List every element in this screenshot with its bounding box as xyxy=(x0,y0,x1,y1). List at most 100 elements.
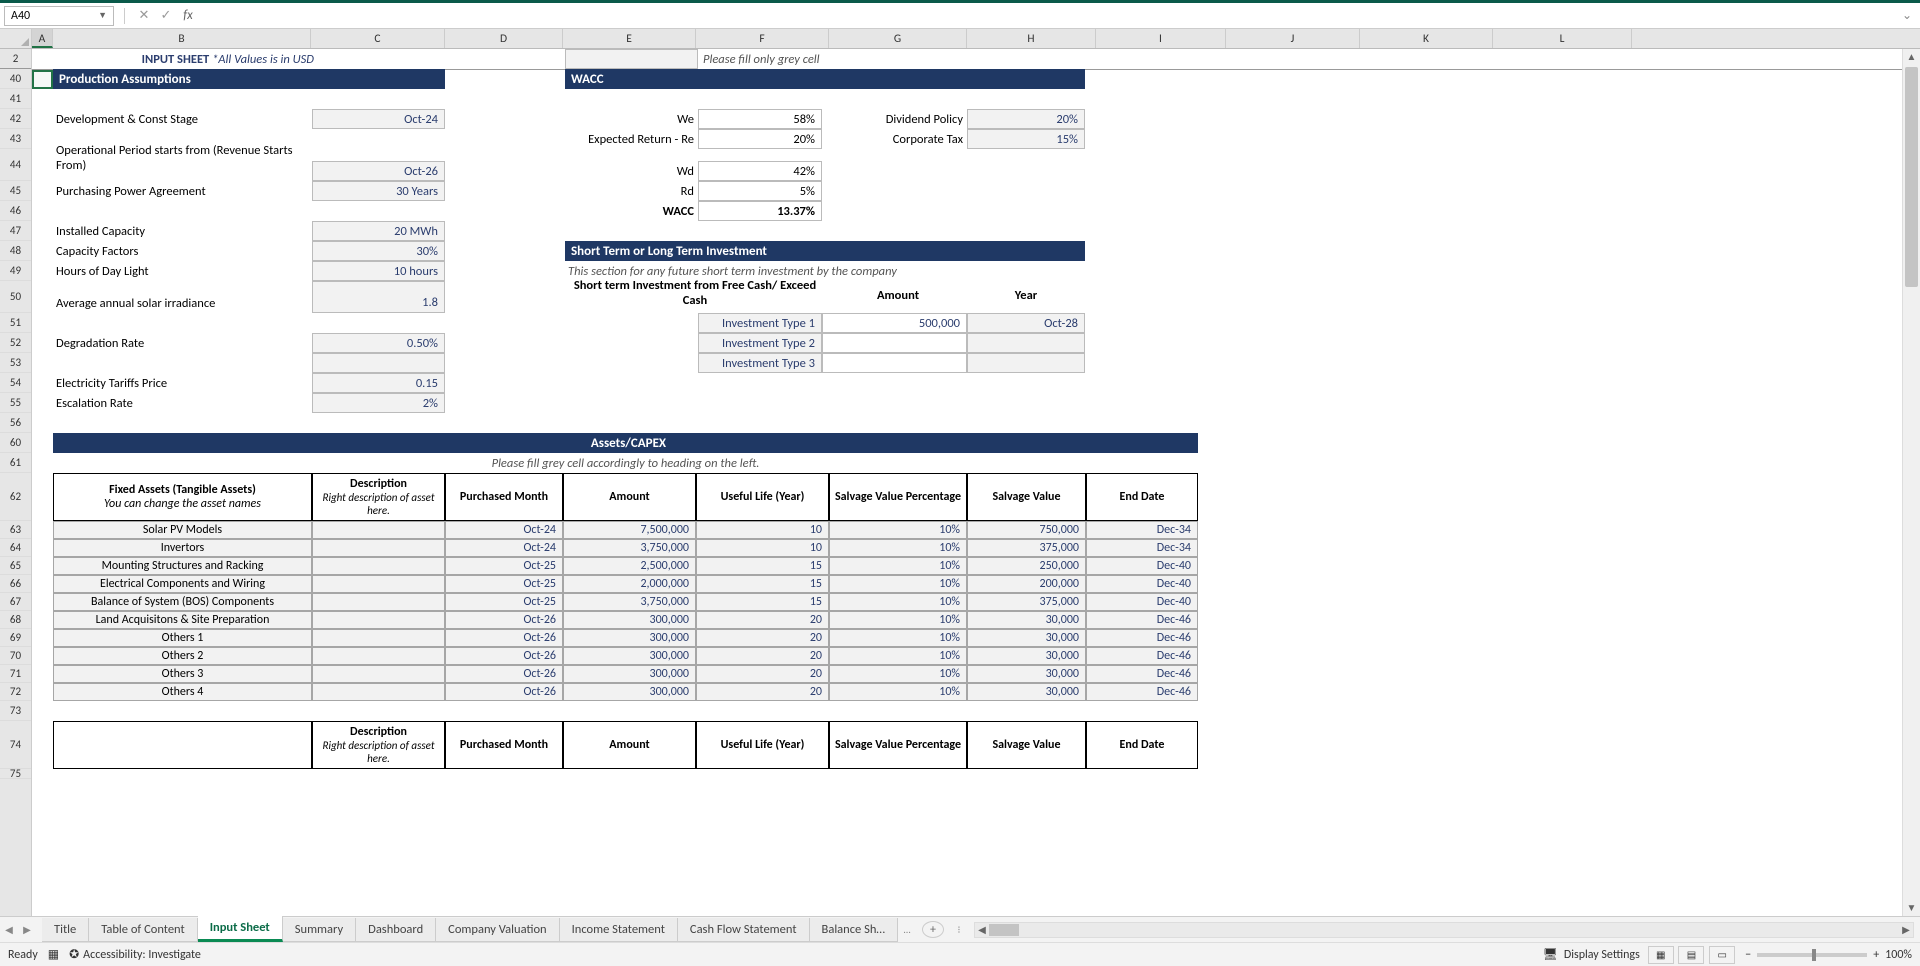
table-cell[interactable]: Oct-26 xyxy=(445,665,563,683)
table-cell[interactable]: 20 xyxy=(696,683,829,701)
inp-irr[interactable]: 1.8 xyxy=(312,281,445,313)
st-yr2[interactable] xyxy=(967,333,1085,353)
inp-cf[interactable]: 30% xyxy=(312,241,445,261)
col-header-G[interactable]: G xyxy=(829,29,967,48)
table-cell[interactable]: Dec-46 xyxy=(1086,611,1198,629)
row-header[interactable]: 62 xyxy=(0,473,31,521)
table-cell[interactable]: Oct-26 xyxy=(445,611,563,629)
table-cell[interactable] xyxy=(312,557,445,575)
hscroll-right-icon[interactable]: ▶ xyxy=(1899,923,1913,936)
table-cell[interactable]: 300,000 xyxy=(563,683,696,701)
horizontal-scrollbar[interactable]: ◀ ▶ xyxy=(974,922,1914,938)
tab-income[interactable]: Income Statement xyxy=(560,918,678,942)
inp-hd[interactable]: 10 hours xyxy=(312,261,445,281)
table-cell[interactable]: 200,000 xyxy=(967,575,1086,593)
row-header[interactable]: 61 xyxy=(0,453,31,473)
table-cell[interactable]: 300,000 xyxy=(563,611,696,629)
table-cell[interactable]: 10% xyxy=(829,593,967,611)
table-cell[interactable]: 375,000 xyxy=(967,593,1086,611)
row-header[interactable]: 75 xyxy=(0,769,31,779)
st-type3[interactable]: Investment Type 3 xyxy=(698,353,822,373)
confirm-icon[interactable]: ✓ xyxy=(157,8,175,23)
table-cell[interactable]: 7,500,000 xyxy=(563,521,696,539)
row-header[interactable]: 69 xyxy=(0,629,31,647)
grey-cell-sample[interactable] xyxy=(565,49,698,69)
table-cell[interactable]: Dec-34 xyxy=(1086,521,1198,539)
table-cell[interactable]: Others 2 xyxy=(53,647,312,665)
row-header[interactable]: 41 xyxy=(0,89,31,109)
macro-icon[interactable]: ▦ xyxy=(48,947,59,962)
table-cell[interactable]: 375,000 xyxy=(967,539,1086,557)
table-cell[interactable]: 20 xyxy=(696,611,829,629)
tab-toc[interactable]: Table of Content xyxy=(89,918,197,942)
table-cell[interactable]: Dec-46 xyxy=(1086,647,1198,665)
table-cell[interactable]: Invertors xyxy=(53,539,312,557)
row-header[interactable]: 64 xyxy=(0,539,31,557)
row-header[interactable]: 55 xyxy=(0,393,31,413)
zoom-slider[interactable] xyxy=(1757,953,1867,957)
inp-ppa[interactable]: 30 Years xyxy=(312,181,445,201)
display-settings-label[interactable]: Display Settings xyxy=(1564,948,1640,962)
row-header[interactable]: 48 xyxy=(0,241,31,261)
row-header[interactable]: 44 xyxy=(0,149,31,181)
val-rd[interactable]: 5% xyxy=(698,181,822,201)
table-cell[interactable] xyxy=(312,665,445,683)
scroll-up-icon[interactable]: ▲ xyxy=(1903,49,1920,65)
table-cell[interactable]: Electrical Components and Wiring xyxy=(53,575,312,593)
scroll-down-icon[interactable]: ▼ xyxy=(1903,900,1920,916)
row-header[interactable]: 42 xyxy=(0,109,31,129)
table-cell[interactable]: Oct-26 xyxy=(445,683,563,701)
tab-dashboard[interactable]: Dashboard xyxy=(356,918,436,942)
display-settings-icon[interactable]: 🖥 xyxy=(1543,947,1558,962)
table-cell[interactable]: 10% xyxy=(829,539,967,557)
row-header[interactable]: 72 xyxy=(0,683,31,701)
st-yr3[interactable] xyxy=(967,353,1085,373)
zoom-out-button[interactable]: − xyxy=(1745,948,1751,962)
table-cell[interactable]: Oct-24 xyxy=(445,521,563,539)
table-cell[interactable]: 10% xyxy=(829,683,967,701)
val-div[interactable]: 20% xyxy=(967,109,1085,129)
row-header[interactable]: 70 xyxy=(0,647,31,665)
table-cell[interactable]: 15 xyxy=(696,557,829,575)
col-header-H[interactable]: H xyxy=(967,29,1096,48)
cancel-icon[interactable]: ✕ xyxy=(135,8,153,23)
table-cell[interactable]: 20 xyxy=(696,647,829,665)
inp-blank[interactable] xyxy=(312,353,445,373)
table-cell[interactable]: 15 xyxy=(696,593,829,611)
table-cell[interactable]: Balance of System (BOS) Components xyxy=(53,593,312,611)
row-header[interactable]: 67 xyxy=(0,593,31,611)
table-cell[interactable]: 2,000,000 xyxy=(563,575,696,593)
table-cell[interactable]: Others 4 xyxy=(53,683,312,701)
table-cell[interactable] xyxy=(312,683,445,701)
formula-bar-input[interactable] xyxy=(201,6,1894,26)
accessibility-text[interactable]: Accessibility: Investigate xyxy=(83,948,201,962)
tab-more-icon[interactable]: … xyxy=(898,923,916,936)
col-header-I[interactable]: I xyxy=(1096,29,1226,48)
table-cell[interactable]: Dec-34 xyxy=(1086,539,1198,557)
row-header[interactable]: 65 xyxy=(0,557,31,575)
table-cell[interactable]: 10% xyxy=(829,521,967,539)
inp-tar[interactable]: 0.15 xyxy=(312,373,445,393)
row-header[interactable]: 43 xyxy=(0,129,31,149)
table-cell[interactable]: 10% xyxy=(829,647,967,665)
select-all-corner[interactable] xyxy=(0,29,32,48)
col-header-B[interactable]: B xyxy=(53,29,311,48)
inp-esc[interactable]: 2% xyxy=(312,393,445,413)
name-box[interactable]: A40 ▼ xyxy=(4,6,114,26)
table-cell[interactable]: Dec-46 xyxy=(1086,629,1198,647)
table-cell[interactable]: Oct-25 xyxy=(445,557,563,575)
table-cell[interactable] xyxy=(312,647,445,665)
tab-company-val[interactable]: Company Valuation xyxy=(436,918,559,942)
table-cell[interactable]: 3,750,000 xyxy=(563,539,696,557)
table-cell[interactable]: 300,000 xyxy=(563,629,696,647)
table-cell[interactable] xyxy=(312,611,445,629)
table-cell[interactable]: 300,000 xyxy=(563,647,696,665)
cells-area[interactable]: INPUT SHEET *All Values is in USD Please… xyxy=(32,49,1920,916)
table-cell[interactable]: Dec-40 xyxy=(1086,557,1198,575)
table-cell[interactable]: 30,000 xyxy=(967,611,1086,629)
active-cell-A40[interactable] xyxy=(32,70,53,89)
table-cell[interactable]: 30,000 xyxy=(967,629,1086,647)
table-cell[interactable]: 250,000 xyxy=(967,557,1086,575)
col-header-L[interactable]: L xyxy=(1493,29,1632,48)
accessibility-icon[interactable]: ✪ xyxy=(69,947,79,962)
